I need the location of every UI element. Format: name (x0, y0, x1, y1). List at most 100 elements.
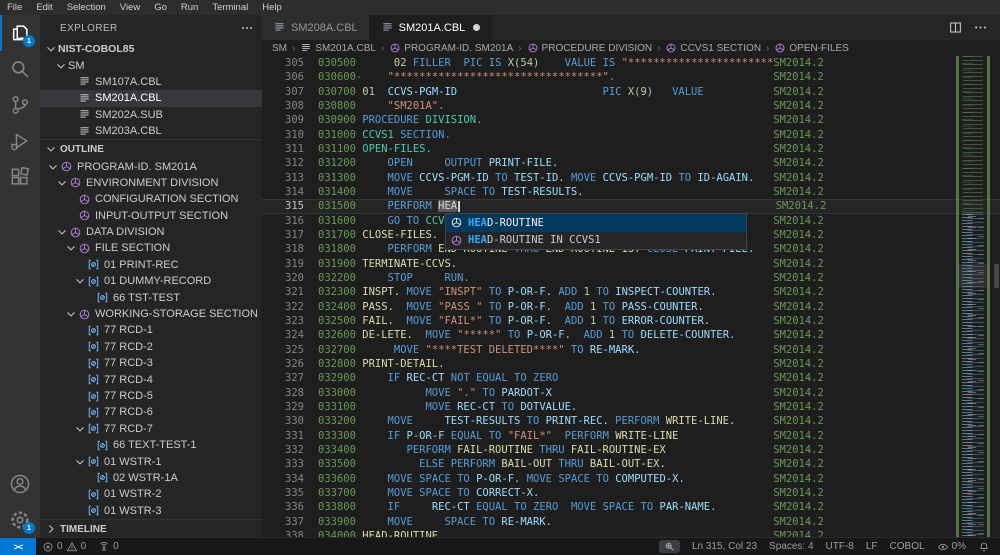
code-line-313[interactable]: 313 031300 MOVE CCVS-PGM-ID TO TEST-ID. M… (262, 171, 1000, 185)
code-line-321[interactable]: 321 032300 INSPT. MOVE "INSPT" TO P-OR-F.… (262, 285, 1000, 299)
problems-status[interactable]: 0 0 (36, 538, 92, 555)
encoding-status[interactable]: UTF-8 (820, 538, 860, 555)
code-line-337[interactable]: 337 033900 MOVE SPACE TO RE-MARK. SM2014.… (262, 515, 1000, 529)
code-line-319[interactable]: 319 031900 TERMINATE-CCVS. SM2014.2 (262, 257, 1000, 271)
code-line-334[interactable]: 334 033600 MOVE SPACE TO P-OR-F. MOVE SPA… (262, 472, 1000, 486)
outline-item-environment-division[interactable]: ENVIRONMENT DIVISION (40, 175, 262, 191)
activity-search[interactable] (0, 51, 40, 87)
code-line-322[interactable]: 322 032400 PASS. MOVE "PASS " TO P-OR-F. … (262, 300, 1000, 314)
language-mode[interactable]: COBOL (884, 538, 931, 555)
code-line-307[interactable]: 307 030700 01 CCVS-PGM-ID PIC X(9) VALUE … (262, 85, 1000, 99)
menu-selection[interactable]: Selection (60, 0, 113, 15)
outline-item-01-print-rec[interactable]: 01 PRINT-REC (40, 257, 262, 273)
outline-item-file-section[interactable]: FILE SECTION (40, 240, 262, 256)
outline-item-input-output-section[interactable]: INPUT-OUTPUT SECTION (40, 208, 262, 224)
scrollbar-thumb[interactable] (994, 264, 999, 288)
code-line-310[interactable]: 310 031000 CCVS1 SECTION. SM2014.2 (262, 128, 1000, 142)
code-line-335[interactable]: 335 033700 MOVE SPACE TO CORRECT-X. SM201… (262, 486, 1000, 500)
code-editor[interactable]: 305 030500 02 FILLER PIC IS X(54) VALUE I… (262, 56, 1000, 538)
minimap-slider[interactable] (956, 264, 990, 288)
suggest-item-head-routine-in-ccvs1[interactable]: HEA D-ROUTINE IN CCVS1 (446, 232, 746, 250)
code-line-328[interactable]: 328 033000 MOVE "." TO PARDOT-X SM2014.2 (262, 386, 1000, 400)
menu-terminal[interactable]: Terminal (205, 0, 255, 15)
outline-item-66-text-test-1[interactable]: 66 TEXT-TEST-1 (40, 437, 262, 453)
tab-sm201a.cbl[interactable]: SM201A.CBL (369, 15, 493, 40)
code-line-309[interactable]: 309 030900 PROCEDURE DIVISION. SM2014.2 (262, 113, 1000, 127)
folder-sm[interactable]: SM (40, 57, 262, 73)
outline-item-77-rcd-1[interactable]: 77 RCD-1 (40, 322, 262, 338)
outline-item-77-rcd-6[interactable]: 77 RCD-6 (40, 404, 262, 420)
outline-item-data-division[interactable]: DATA DIVISION (40, 224, 262, 240)
code-line-325[interactable]: 325 032700 MOVE "****TEST DELETED****" TO… (262, 343, 1000, 357)
activity-explorer[interactable]: 1 (0, 15, 40, 51)
breadcrumb-item-procedure-division[interactable]: PROCEDURE DIVISION (527, 42, 652, 54)
code-line-320[interactable]: 320 032200 STOP RUN. SM2014.2 (262, 271, 1000, 285)
breadcrumb-item-sm201a-cbl[interactable]: SM201A.CBL (300, 42, 376, 54)
outline-section-header[interactable]: OUTLINE (40, 139, 262, 158)
outline-item-configuration-section[interactable]: CONFIGURATION SECTION (40, 191, 262, 207)
code-line-324[interactable]: 324 032600 DE-LETE. MOVE "*****" TO P-OR-… (262, 328, 1000, 342)
code-line-333[interactable]: 333 033500 ELSE PERFORM BAIL-OUT THRU BAI… (262, 457, 1000, 471)
outline-item-02-wstr-1a[interactable]: 02 WSTR-1A (40, 470, 262, 486)
folder-nist-cobol85[interactable]: NIST-COBOL85 (40, 41, 262, 57)
outline-item-66-tst-test[interactable]: 66 TST-TEST (40, 289, 262, 305)
code-line-323[interactable]: 323 032500 FAIL. MOVE "FAIL*" TO P-OR-F. … (262, 314, 1000, 328)
file-tree-item-sm201a.cbl[interactable]: SM201A.CBL (40, 90, 262, 107)
code-line-314[interactable]: 314 031400 MOVE SPACE TO TEST-RESULTS. SM… (262, 185, 1000, 199)
code-line-332[interactable]: 332 033400 PERFORM FAIL-ROUTINE THRU FAIL… (262, 443, 1000, 457)
code-line-327[interactable]: 327 032900 IF REC-CT NOT EQUAL TO ZERO SM… (262, 371, 1000, 385)
coverage-status[interactable]: 0% (931, 538, 972, 555)
code-line-306[interactable]: 306 030600- "****************************… (262, 70, 1000, 84)
code-line-305[interactable]: 305 030500 02 FILLER PIC IS X(54) VALUE I… (262, 56, 1000, 70)
menu-help[interactable]: Help (255, 0, 289, 15)
breadcrumb-item-sm[interactable]: SM (272, 43, 287, 54)
outline-item-77-rcd-7[interactable]: 77 RCD-7 (40, 421, 262, 437)
breadcrumb-item-ccvs1-section[interactable]: CCVS1 SECTION (665, 42, 761, 54)
breadcrumb-item-program-id-sm201a[interactable]: PROGRAM-ID. SM201A (389, 42, 513, 54)
eol-status[interactable]: LF (860, 538, 884, 555)
zoom-indicator[interactable] (658, 540, 680, 553)
minimap[interactable] (956, 56, 990, 538)
split-editor-icon[interactable] (948, 20, 963, 35)
outline-item-77-rcd-2[interactable]: 77 RCD-2 (40, 339, 262, 355)
outline-item-01-wstr-1[interactable]: 01 WSTR-1 (40, 453, 262, 469)
outline-item-01-wstr-3[interactable]: 01 WSTR-3 (40, 503, 262, 519)
activity-run-debug[interactable] (0, 123, 40, 159)
outline-item-77-rcd-3[interactable]: 77 RCD-3 (40, 355, 262, 371)
remote-indicator[interactable]: >< (0, 538, 36, 555)
tab-sm208a.cbl[interactable]: SM208A.CBL (262, 15, 370, 40)
more-actions-icon[interactable] (973, 20, 988, 35)
menu-view[interactable]: View (113, 0, 147, 15)
menu-edit[interactable]: Edit (29, 0, 59, 15)
outline-item-01-wstr-2[interactable]: 01 WSTR-2 (40, 486, 262, 502)
code-line-329[interactable]: 329 033100 MOVE REC-CT TO DOTVALUE. SM201… (262, 400, 1000, 414)
notifications[interactable] (972, 538, 996, 555)
outline-item-77-rcd-4[interactable]: 77 RCD-4 (40, 371, 262, 387)
menu-go[interactable]: Go (147, 0, 174, 15)
file-tree-item-sm203a.cbl[interactable]: SM203A.CBL (40, 123, 262, 139)
menu-run[interactable]: Run (174, 0, 205, 15)
file-tree-item-sm107a.cbl[interactable]: SM107A.CBL (40, 74, 262, 90)
ports-status[interactable]: 0 (92, 538, 125, 555)
menu-file[interactable]: File (0, 0, 29, 15)
code-line-311[interactable]: 311 031100 OPEN-FILES. SM2014.2 (262, 142, 1000, 156)
timeline-section-header[interactable]: TIMELINE (40, 519, 262, 538)
code-line-326[interactable]: 326 032800 PRINT-DETAIL. SM2014.2 (262, 357, 1000, 371)
activity-source-control[interactable] (0, 87, 40, 123)
code-line-330[interactable]: 330 033200 MOVE TEST-RESULTS TO PRINT-REC… (262, 414, 1000, 428)
activity-account[interactable] (0, 466, 40, 502)
explorer-more-actions-icon[interactable] (240, 21, 254, 35)
file-tree-item-sm202a.sub[interactable]: SM202A.SUB (40, 107, 262, 123)
code-line-336[interactable]: 336 033800 IF REC-CT EQUAL TO ZERO MOVE S… (262, 500, 1000, 514)
outline-item-working-storage-section[interactable]: WORKING-STORAGE SECTION (40, 306, 262, 322)
code-line-331[interactable]: 331 033300 IF P-OR-F EQUAL TO "FAIL*" PER… (262, 429, 1000, 443)
suggest-item-head-routine[interactable]: HEA D-ROUTINE (446, 214, 746, 232)
code-line-312[interactable]: 312 031200 OPEN OUTPUT PRINT-FILE. SM2014… (262, 156, 1000, 170)
code-line-308[interactable]: 308 030800 "SM201A". SM2014.2 (262, 99, 1000, 113)
code-line-315[interactable]: 315 031500 PERFORM HEA SM2014.2 (262, 199, 1000, 213)
activity-extensions[interactable] (0, 159, 40, 195)
activity-settings[interactable]: 1 (0, 502, 40, 538)
cursor-position[interactable]: Ln 315, Col 23 (686, 538, 763, 555)
breadcrumb-item-open-files[interactable]: OPEN-FILES (774, 42, 849, 54)
outline-item-program-id-sm201a[interactable]: PROGRAM-ID. SM201A (40, 158, 262, 174)
